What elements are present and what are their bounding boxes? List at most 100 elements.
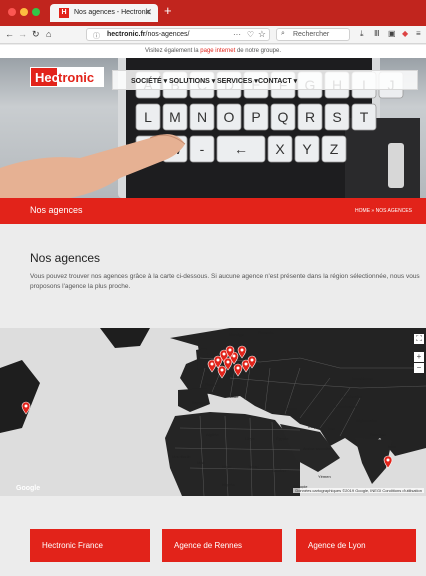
map-label: Kazakhstan <box>352 376 373 381</box>
map-marker-dot <box>216 358 220 362</box>
breadcrumb[interactable]: HOME » NOS AGENCES <box>355 208 412 214</box>
map-label: Tchad <box>248 464 259 469</box>
map-label: Nigeria <box>222 482 235 487</box>
keypad-key-label: Y <box>302 141 312 157</box>
map-marker-dot <box>250 358 254 362</box>
url-bar[interactable]: ⓘ hectronic.fr/nos-agences/ ··· ♡ ☆ <box>86 28 270 41</box>
map-label: Algérie <box>206 432 219 437</box>
map-marker-dot <box>386 458 390 462</box>
map-marker-dot <box>228 348 232 352</box>
map-label: Pakistan <box>370 432 386 437</box>
map-label: Yémen <box>318 474 331 479</box>
new-tab-button[interactable]: + <box>164 3 172 18</box>
fullscreen-map-icon[interactable]: ⛶ <box>414 334 424 344</box>
map-marker-dot <box>24 404 28 408</box>
map-label: Libye <box>245 436 255 441</box>
map-label: Mauritanie <box>172 454 191 459</box>
tab-title: Nos agences - Hectronic <box>74 9 151 16</box>
bookmark-star-icon[interactable]: ☆ <box>258 29 266 40</box>
home-icon[interactable]: ⌂ <box>46 29 51 39</box>
keypad-key-label: R <box>305 109 315 125</box>
search-icon: ⌕ <box>281 30 285 37</box>
browser-nav-bar: ← → ↻ ⌂ ⓘ hectronic.fr/nos-agences/ ··· … <box>0 26 426 44</box>
reload-icon[interactable]: ↻ <box>32 29 40 40</box>
keypad-key-label: N <box>197 109 207 125</box>
map-marker-dot <box>226 360 230 364</box>
download-icon[interactable]: ⤓ <box>360 29 364 39</box>
agency-card-label: Agence de Rennes <box>174 541 243 550</box>
map-marker-dot <box>232 354 236 358</box>
map-label: Niger <box>222 464 232 469</box>
agency-card-label: Agence de Lyon <box>308 541 366 550</box>
minimize-window-icon[interactable] <box>20 8 28 16</box>
keypad-key-label: M <box>169 109 181 125</box>
menu-solutions[interactable]: SOLUTIONS ▾ <box>169 77 215 85</box>
browser-tab-bar: H Nos agences - Hectronic ✕ + <box>0 0 426 26</box>
keypad-key-label: X <box>275 141 285 157</box>
agency-card-france[interactable]: Hectronic France <box>30 529 150 562</box>
keypad-key-label: L <box>144 109 152 125</box>
sidebar-icon[interactable]: ▣ <box>388 29 396 38</box>
search-input[interactable]: ⌕ Rechercher <box>276 28 350 41</box>
map-label: Turquie <box>283 406 297 411</box>
agency-card-label: Hectronic France <box>42 541 103 550</box>
zoom-out-button[interactable]: − <box>414 363 424 373</box>
back-icon[interactable]: ← <box>5 29 14 39</box>
map-marker-dot <box>210 362 214 366</box>
maximize-window-icon[interactable] <box>32 8 40 16</box>
map-label: Afghanistan <box>356 418 378 423</box>
menu-icon[interactable]: ≡ <box>416 29 421 38</box>
map-marker-dot <box>220 368 224 372</box>
keypad-key-label: O <box>224 109 235 125</box>
map-label: Mali <box>197 460 205 465</box>
close-window-icon[interactable] <box>8 8 16 16</box>
menu-services[interactable]: SERVICES ▾ <box>217 77 258 85</box>
main-menu: SOCIÉTÉ ▾ SOLUTIONS ▾ SERVICES ▾ CONTACT… <box>112 70 418 90</box>
map-label: Espagne <box>192 400 208 405</box>
map-label: Turkménistan <box>333 404 358 409</box>
group-notice: Visitez également la page internet de no… <box>0 45 426 58</box>
map-label: Iraq <box>308 424 315 429</box>
pocket-icon[interactable]: ♡ <box>247 30 254 39</box>
keypad-key-label: S <box>332 109 341 125</box>
extension-icon[interactable]: ◆ <box>402 29 408 38</box>
section-heading: Nos agences <box>30 251 101 265</box>
page-title: Nos agences <box>30 205 83 215</box>
agency-card-rennes[interactable]: Agence de Rennes <box>162 529 282 562</box>
keypad-key-label: Q <box>278 109 289 125</box>
map-label: Finlande <box>258 330 274 335</box>
library-icon[interactable]: Ⅲ <box>374 29 380 38</box>
browser-tab[interactable]: H Nos agences - Hectronic ✕ <box>50 4 158 22</box>
map-marker-dot <box>244 362 248 366</box>
map-label: Ouzbékistan <box>340 394 363 399</box>
map-land <box>0 328 426 496</box>
agencies-map[interactable]: Norvège Finlande Kazakhstan Espagne Turq… <box>0 328 426 496</box>
map-label: Égypte <box>276 436 289 441</box>
google-logo: Google <box>16 485 41 492</box>
page-title-band: Nos agences HOME » NOS AGENCES <box>0 198 426 224</box>
favicon-icon: H <box>59 8 69 18</box>
map-attribution[interactable]: Données cartographiques ©2019 Google, IN… <box>293 488 424 493</box>
intro-text: Vous pouvez trouver nos agences grâce à … <box>30 273 420 290</box>
map-label: Soudan <box>272 468 286 473</box>
keypad-key-label: P <box>251 109 260 125</box>
group-site-link[interactable]: page internet <box>200 48 235 54</box>
zoom-in-button[interactable]: + <box>414 352 424 362</box>
page-actions-icon[interactable]: ··· <box>233 30 241 39</box>
menu-societe[interactable]: SOCIÉTÉ ▾ <box>131 77 167 85</box>
hectronic-logo[interactable]: Hec tronic <box>30 67 104 87</box>
close-tab-icon[interactable]: ✕ <box>144 7 152 18</box>
keypad-key-label: Z <box>330 141 339 157</box>
info-icon[interactable]: ⓘ <box>93 31 100 41</box>
map-label: France <box>205 382 218 387</box>
map-label: Inde <box>388 444 396 449</box>
keypad-key-label: - <box>200 141 205 157</box>
forward-icon[interactable]: → <box>18 29 27 39</box>
map-label: Arabie saoudite <box>303 446 331 451</box>
menu-contact[interactable]: CONTACT ▾ <box>258 77 297 85</box>
map-label: Norvège <box>229 332 245 337</box>
map-marker-dot <box>222 352 226 356</box>
hero-banner: ABCDEFGHIJLMNOPQRSTVW-←XYZ Hec tronic SO… <box>0 58 426 198</box>
agency-card-lyon[interactable]: Agence de Lyon <box>296 529 416 562</box>
keypad-key-label: ← <box>234 141 248 157</box>
